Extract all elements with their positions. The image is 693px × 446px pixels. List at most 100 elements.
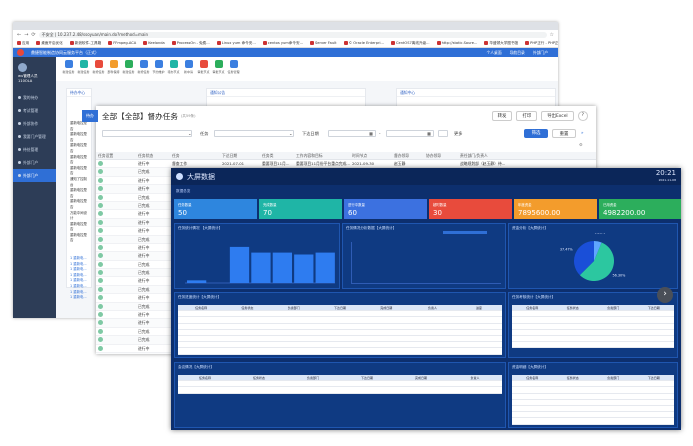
shortcut-item[interactable]: 审批节点: [212, 60, 225, 74]
forward-button[interactable]: 转发: [491, 111, 513, 121]
bar-mark[interactable]: [251, 252, 271, 283]
calendar-icon[interactable]: ▦: [369, 131, 373, 136]
stat-card[interactable]: 进行中数量 60: [344, 199, 427, 219]
bookmark-item[interactable]: http://static.Soure...: [436, 41, 477, 45]
shortcut-item[interactable]: 待办节点: [167, 60, 180, 74]
avatar[interactable]: [18, 63, 27, 72]
calendar-icon[interactable]: ▦: [427, 131, 431, 136]
browser-tab-strip[interactable]: [13, 22, 558, 30]
list-item[interactable]: 重新电控是否: [70, 233, 88, 244]
query-button[interactable]: 筛选: [524, 129, 548, 138]
shortcut-item[interactable]: 审批节点: [197, 60, 210, 74]
bookmark-item[interactable]: FFmpeg-ACA: [108, 41, 136, 45]
shortcut-item[interactable]: 部件保持: [107, 60, 120, 74]
sidebar-item[interactable]: 我的待办: [13, 91, 56, 104]
dropdown-icon[interactable]: ⌄: [289, 131, 293, 136]
column-header[interactable]: 任务类: [260, 152, 294, 159]
stat-card[interactable]: 超时数量 30: [429, 199, 512, 219]
shortcut-item[interactable]: 新建任务: [77, 60, 90, 74]
list-item[interactable]: 通知了控制台: [70, 177, 88, 188]
column-header[interactable]: 时间节点: [350, 152, 392, 159]
bar-mark[interactable]: [187, 280, 207, 283]
table-row[interactable]: [512, 418, 674, 425]
help-button[interactable]: ?: [577, 111, 588, 121]
list-item[interactable]: 1 重新电...: [70, 256, 88, 262]
stat-card[interactable]: 任务数量 50: [174, 199, 257, 219]
next-arrow-button[interactable]: ›: [657, 287, 673, 303]
reload-icon[interactable]: ⟳: [31, 32, 35, 38]
list-item[interactable]: 重新电控是否: [70, 121, 88, 132]
stat-card[interactable]: 完成数量 70: [259, 199, 342, 219]
list-item[interactable]: 1 重新电...: [70, 295, 88, 301]
bar-mark[interactable]: [229, 246, 250, 283]
expand-icon[interactable]: »: [581, 130, 584, 135]
column-header[interactable]: 督办领导: [392, 152, 424, 159]
list-item[interactable]: 1 重新电...: [70, 284, 88, 290]
small-select[interactable]: [438, 130, 448, 137]
sidebar-item[interactable]: 我要门户管理: [13, 130, 56, 143]
shortcut-item[interactable]: 节约维护: [152, 60, 165, 74]
table-row[interactable]: [512, 342, 674, 349]
list-item[interactable]: 重新电控是否: [70, 188, 88, 199]
sidebar-item[interactable]: 待处管理: [13, 143, 56, 156]
column-header[interactable]: 任务设置: [96, 152, 136, 159]
sidebar-item[interactable]: 外部门户: [13, 169, 56, 182]
header-link[interactable]: 外部门户: [533, 50, 548, 56]
list-item[interactable]: 重新电控是否: [70, 155, 88, 166]
bookmark-item[interactable]: ProcessOn - 免费...: [171, 40, 210, 46]
stat-card[interactable]: 已用资金 4982200.00: [599, 199, 681, 219]
bookmark-item[interactable]: 新浪软件-工具箱: [69, 40, 101, 46]
bookmark-item[interactable]: PHP正行 - PHP正行...: [525, 40, 558, 46]
list-item[interactable]: 重新电控是否: [70, 166, 88, 177]
column-header[interactable]: 协办领导: [424, 152, 458, 159]
column-header[interactable]: 任务状态: [136, 152, 170, 159]
bookmark-item[interactable]: 桌面开启优化: [36, 40, 63, 46]
list-item[interactable]: 重新电控是否: [70, 222, 88, 233]
column-header[interactable]: 工作内容和目标: [294, 152, 350, 159]
bookmark-item[interactable]: Linux yum 命令安...: [216, 40, 256, 46]
column-header[interactable]: 下达日期: [220, 152, 260, 159]
forward-icon[interactable]: →: [24, 32, 28, 38]
sidebar-item[interactable]: 考试管理: [13, 104, 56, 117]
bookmark-item[interactable]: Keelonda: [143, 41, 165, 45]
task-select[interactable]: [214, 130, 294, 137]
back-icon[interactable]: ←: [17, 32, 21, 38]
bookmark-item[interactable]: centos yum命令安...: [262, 40, 303, 46]
sidebar-item[interactable]: 外部门户: [13, 156, 56, 169]
shortcut-item[interactable]: 任务管理: [227, 60, 240, 74]
header-link[interactable]: 个人桌面: [486, 50, 501, 56]
keyword-input[interactable]: [102, 130, 192, 137]
sidebar-item[interactable]: 外部协作: [13, 117, 56, 130]
dropdown-icon[interactable]: ⌄: [188, 131, 192, 136]
shortcut-item[interactable]: 新建任务: [122, 60, 135, 74]
shortcut-item[interactable]: 新建任务: [62, 60, 75, 74]
column-header[interactable]: 任务: [170, 152, 220, 159]
shortcut-item[interactable]: 新中请: [182, 60, 195, 74]
list-item[interactable]: 万能中间设计: [70, 211, 88, 222]
list-item[interactable]: 重新电控是否: [70, 132, 88, 143]
shortcut-item[interactable]: 新增任务: [92, 60, 105, 74]
list-item[interactable]: 重新电控是否: [70, 199, 88, 210]
bar-mark[interactable]: [272, 252, 292, 283]
left-nav-tab[interactable]: 待办: [82, 110, 98, 122]
bookmark-item[interactable]: Server Fault: [310, 41, 337, 45]
list-item[interactable]: 重新电控是否: [70, 143, 88, 154]
bookmark-item[interactable]: CentOS7离线升级...: [390, 40, 430, 46]
stat-card[interactable]: 年度资金 7895600.00: [514, 199, 597, 219]
table-row[interactable]: [178, 387, 502, 394]
print-button[interactable]: 打印: [516, 111, 538, 121]
bookmark-item[interactable]: 华盛顿大学图书馆: [484, 40, 518, 46]
header-link[interactable]: 导航目录: [510, 50, 525, 56]
url-input[interactable]: 不安全 | 10.237.2.48/ssoyuan/main.do?method…: [38, 31, 547, 38]
bar-mark[interactable]: [315, 252, 335, 283]
bookmark-item[interactable]: © Oracle Enterpri...: [343, 41, 384, 45]
column-settings-icon[interactable]: ⚙: [579, 142, 583, 147]
column-header[interactable]: 责任部门/负责人: [458, 152, 532, 159]
more-filters-link[interactable]: 更多: [454, 131, 462, 137]
bookmark-item[interactable]: 应用: [17, 40, 29, 46]
bar-mark[interactable]: [294, 254, 314, 284]
star-icon[interactable]: ☆: [550, 32, 554, 38]
reset-button[interactable]: 重置: [552, 129, 576, 138]
table-row[interactable]: [178, 348, 502, 355]
export-excel-button[interactable]: 导出Excel: [541, 111, 574, 121]
